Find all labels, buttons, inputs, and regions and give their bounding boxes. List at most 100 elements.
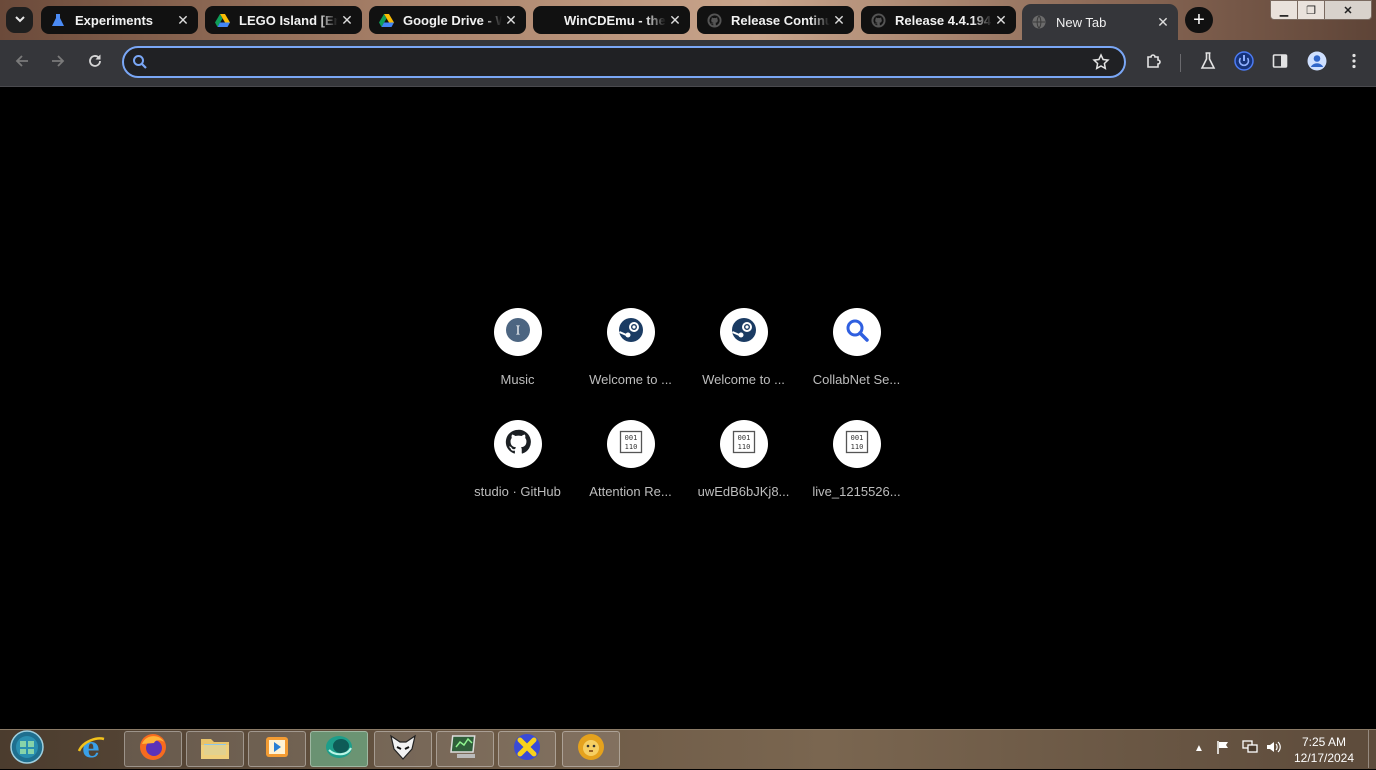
restore-icon: ❐: [1306, 4, 1316, 17]
shortcut-icon-circle: [832, 308, 881, 356]
minimize-icon: ▁: [1279, 4, 1289, 17]
tab-wincdemu[interactable]: WinCDEmu - the ✕: [533, 6, 690, 34]
forward-button[interactable]: [43, 48, 73, 78]
network-tray-icon[interactable]: [1242, 740, 1258, 757]
extension-power-button[interactable]: [1229, 48, 1259, 78]
address-input[interactable]: [158, 52, 1062, 76]
firefox-taskbar-button[interactable]: [124, 731, 182, 767]
lion-icon: [575, 732, 607, 767]
speaker-icon: [1266, 741, 1282, 757]
svg-text:I: I: [515, 323, 520, 337]
shortcut-tile[interactable]: I Music: [461, 300, 574, 410]
shortcut-icon-circle: I: [493, 308, 542, 356]
github-icon: [505, 429, 531, 460]
shortcut-icon-circle: 001 110: [719, 420, 768, 468]
extensions-button[interactable]: [1139, 48, 1169, 78]
x-app-taskbar-button[interactable]: [498, 731, 556, 767]
search-icon: [132, 54, 148, 75]
svg-text:110: 110: [737, 443, 750, 451]
lion-app-taskbar-button[interactable]: [562, 731, 620, 767]
close-icon[interactable]: ✕: [502, 12, 520, 29]
music-icon: I: [505, 317, 531, 348]
back-button[interactable]: [7, 48, 37, 78]
minimize-button[interactable]: ▁: [1270, 0, 1298, 20]
steam-icon: [618, 317, 644, 348]
svg-text:110: 110: [624, 443, 637, 451]
reload-icon: [87, 53, 103, 74]
chevron-down-icon: [14, 13, 26, 28]
shortcut-tile[interactable]: 001 110 live_1215526...: [800, 412, 913, 522]
svg-text:001: 001: [737, 434, 750, 442]
shortcut-tile[interactable]: 001 110 Attention Re...: [574, 412, 687, 522]
bookmark-star-icon[interactable]: [1092, 53, 1110, 76]
media-player-icon: [262, 732, 292, 767]
arrow-right-icon: [50, 53, 66, 74]
close-icon[interactable]: ✕: [992, 12, 1010, 29]
volume-tray-icon[interactable]: [1266, 740, 1282, 757]
internet-explorer-icon: e: [76, 731, 106, 767]
shortcut-icon-circle: 001 110: [832, 420, 881, 468]
kebab-menu-icon: [1352, 53, 1356, 74]
search-icon: [844, 317, 870, 348]
show-desktop-button[interactable]: [1368, 730, 1376, 768]
shortcut-tile[interactable]: 001 110 uwEdB6bJKj8...: [687, 412, 800, 522]
github-icon: [706, 12, 722, 28]
plus-icon: +: [1193, 8, 1205, 31]
file-explorer-taskbar-button[interactable]: [186, 731, 244, 767]
reload-button[interactable]: [80, 48, 110, 78]
toolbar-divider: [1180, 54, 1181, 72]
system-clock[interactable]: 7:25 AM 12/17/2024: [1284, 734, 1364, 766]
browser-toolbar: [0, 40, 1376, 87]
start-button[interactable]: [2, 729, 52, 770]
taskbar: e ▲ 7:25 AM 12/17/2024: [0, 729, 1376, 769]
shortcut-tile[interactable]: CollabNet Se...: [800, 300, 913, 410]
windows-start-orb-icon: [9, 729, 45, 770]
globe-icon: [1031, 14, 1047, 30]
side-panel-button[interactable]: [1265, 48, 1295, 78]
close-icon[interactable]: ✕: [338, 12, 356, 29]
tab-new-tab[interactable]: New Tab ✕: [1022, 4, 1178, 40]
close-icon[interactable]: ✕: [666, 12, 684, 29]
labs-button[interactable]: [1193, 48, 1223, 78]
firefox-icon: [138, 732, 168, 767]
foobar-taskbar-button[interactable]: [374, 731, 432, 767]
svg-text:e: e: [82, 732, 100, 762]
tab-release-continuous[interactable]: Release Continu ✕: [697, 6, 854, 34]
tab-release-4-4[interactable]: Release 4.4.194 ✕: [861, 6, 1016, 34]
arrow-left-icon: [14, 53, 30, 74]
network-icon: [1242, 740, 1258, 757]
menu-button[interactable]: [1339, 48, 1369, 78]
flask-icon: [1200, 51, 1216, 75]
monitor-icon: [449, 733, 481, 766]
avatar-icon: [1307, 51, 1327, 76]
tab-experiments[interactable]: Experiments ✕: [41, 6, 198, 34]
internet-explorer-taskbar-button[interactable]: e: [62, 731, 120, 767]
chevron-up-icon: ▲: [1194, 743, 1204, 754]
tab-search-button[interactable]: [6, 7, 33, 33]
close-icon[interactable]: ✕: [174, 12, 192, 29]
shortcut-tile[interactable]: Welcome to ...: [574, 300, 687, 410]
tab-google-drive[interactable]: Google Drive - W ✕: [369, 6, 526, 34]
tab-lego-island[interactable]: LEGO Island [Eng ✕: [205, 6, 362, 34]
network-monitor-taskbar-button[interactable]: [436, 731, 494, 767]
shortcut-tile[interactable]: Welcome to ...: [687, 300, 800, 410]
media-player-taskbar-button[interactable]: [248, 731, 306, 767]
action-center-tray-icon[interactable]: [1216, 740, 1230, 757]
address-bar[interactable]: [122, 46, 1126, 78]
shortcut-icon-circle: 001 110: [606, 420, 655, 468]
side-panel-icon: [1272, 53, 1288, 74]
new-tab-button[interactable]: +: [1185, 7, 1213, 33]
github-icon: [870, 12, 886, 28]
clock-date: 12/17/2024: [1293, 751, 1355, 765]
binary-file-icon: 001 110: [619, 430, 643, 459]
browser-app-taskbar-button[interactable]: [310, 731, 368, 767]
shortcut-tile[interactable]: studio · GitHub: [461, 412, 574, 522]
google-drive-icon: [378, 12, 394, 28]
close-icon[interactable]: ✕: [1154, 14, 1172, 31]
profile-button[interactable]: [1302, 48, 1332, 78]
close-icon[interactable]: ✕: [830, 12, 848, 29]
foobar-icon: [388, 732, 418, 767]
close-window-button[interactable]: ✕: [1324, 0, 1372, 20]
show-hidden-icons-button[interactable]: ▲: [1194, 743, 1204, 754]
restore-button[interactable]: ❐: [1297, 0, 1325, 20]
